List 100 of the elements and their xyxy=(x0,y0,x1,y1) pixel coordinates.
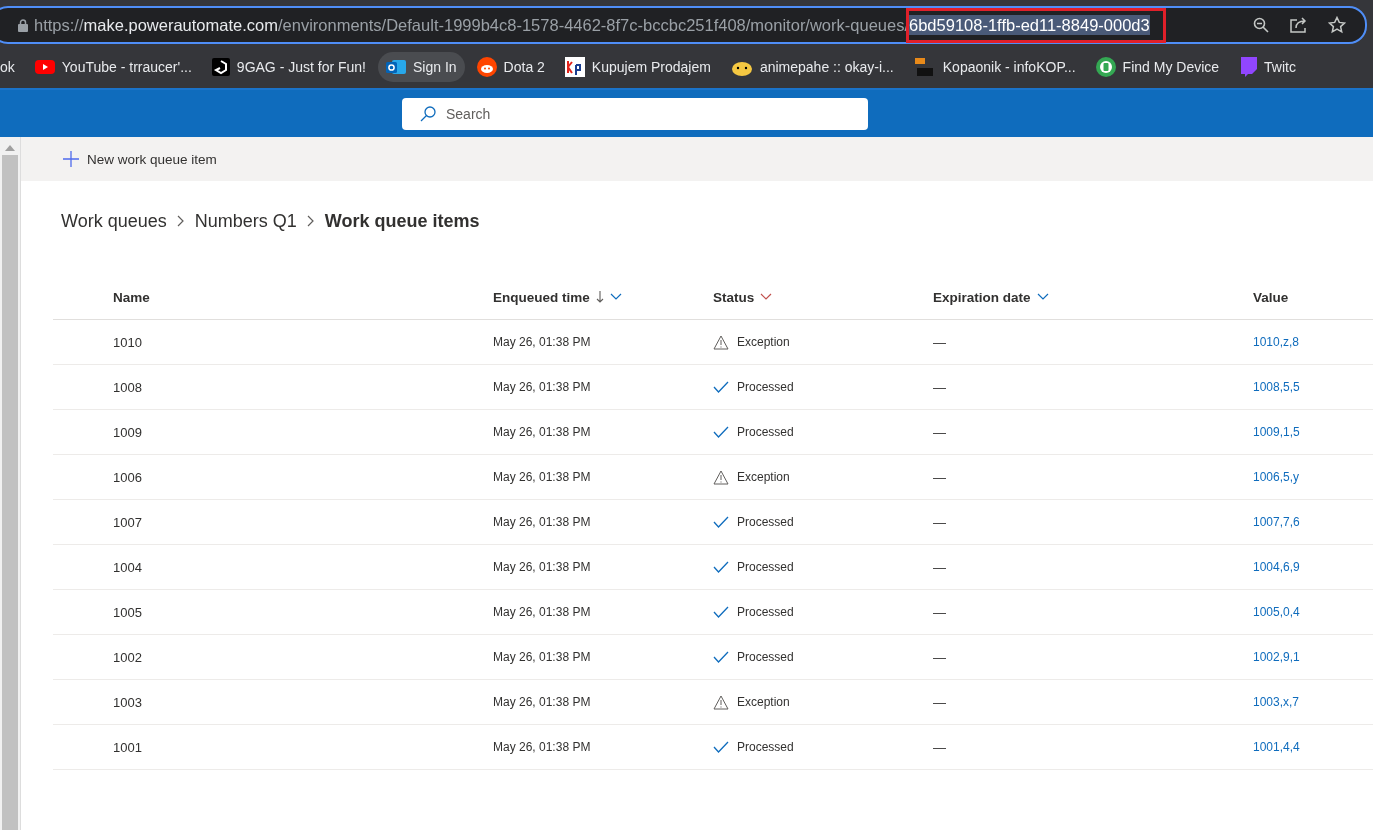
url-text: https://make.powerautomate.com/environments/Default-1999b4c8-1578-4462-8f7c-bccbc251f408/monitor/work-queues/ xyxy=(34,15,909,35)
chevron-down-icon[interactable] xyxy=(760,293,773,301)
value-link[interactable]: 1009,1,5 xyxy=(1253,425,1300,439)
bookmark[interactable]: animepahe :: okay-i... xyxy=(722,52,902,82)
enqueued-time-cell: May 26, 01:38 PM xyxy=(493,470,591,484)
value-link[interactable]: 1007,7,6 xyxy=(1253,515,1300,529)
search-icon xyxy=(420,105,436,122)
checkmark-icon xyxy=(713,426,729,438)
expiration-cell: — xyxy=(933,424,946,440)
chevron-down-icon[interactable] xyxy=(1036,293,1049,301)
expiration-cell: — xyxy=(933,694,946,710)
status-text: Processed xyxy=(737,515,794,529)
expiration-cell: — xyxy=(933,379,946,395)
column-header[interactable]: Name xyxy=(113,289,150,305)
alien-icon xyxy=(476,57,497,77)
status-text: Exception xyxy=(737,470,790,484)
name-cell: 1005 xyxy=(113,604,142,620)
address-bar[interactable]: https://make.powerautomate.com/environments/Default-1999b4c8-1578-4462-8f7c-bccbc251f408/monitor/work-queues/6bd59108-1ffb-ed11-8849-000d3 xyxy=(0,6,1367,44)
status-text: Exception xyxy=(737,695,790,709)
breadcrumb-item: Work queue items xyxy=(324,210,480,232)
name-cell: 1001 xyxy=(113,739,142,755)
new-item-button[interactable]: New work queue item xyxy=(59,147,221,171)
name-cell: 1002 xyxy=(113,649,142,665)
value-link[interactable]: 1004,6,9 xyxy=(1253,560,1300,574)
value-link[interactable]: 1006,5,y xyxy=(1253,470,1300,484)
chevron-down-icon[interactable] xyxy=(609,293,622,301)
enqueued-time-cell: May 26, 01:38 PM xyxy=(493,380,591,394)
value-link[interactable]: 1010,z,8 xyxy=(1253,335,1300,349)
bookmark[interactable]: Kupujem Prodajem xyxy=(556,51,719,83)
checkmark-icon xyxy=(713,561,729,573)
breadcrumb-item[interactable]: Numbers Q1 xyxy=(194,210,297,232)
search-field[interactable]: Search xyxy=(402,97,868,130)
warning-icon xyxy=(713,469,729,485)
chevron-right-icon xyxy=(306,215,315,227)
enqueued-time-cell: May 26, 01:38 PM xyxy=(493,560,591,574)
status-text: Processed xyxy=(737,650,794,664)
play-icon xyxy=(34,60,55,74)
bookmark[interactable]: Twitc xyxy=(1231,51,1304,83)
expiration-cell: — xyxy=(933,334,946,350)
column-header[interactable]: Enqueued time xyxy=(493,289,590,305)
value-link[interactable]: 1001,4,4 xyxy=(1253,740,1300,754)
expiration-cell: — xyxy=(933,649,946,665)
warning-icon xyxy=(713,334,729,350)
name-cell: 1010 xyxy=(113,334,142,350)
chevron-right-icon xyxy=(176,215,185,227)
checkmark-icon xyxy=(713,381,729,393)
bookmark[interactable]: ok xyxy=(0,53,23,81)
enqueued-time-cell: May 26, 01:38 PM xyxy=(493,605,591,619)
name-cell: 1006 xyxy=(113,469,142,485)
lock-icon xyxy=(18,18,28,32)
enqueued-time-cell: May 26, 01:38 PM xyxy=(493,650,591,664)
breadcrumb-item[interactable]: Work queues xyxy=(61,210,167,232)
status-text: Processed xyxy=(737,560,794,574)
expiration-cell: — xyxy=(933,739,946,755)
column-header[interactable]: Expiration date xyxy=(933,289,1031,305)
status-text: Processed xyxy=(737,740,794,754)
enqueued-time-cell: May 26, 01:38 PM xyxy=(493,335,591,349)
bookmark[interactable]: Dota 2 xyxy=(468,51,553,83)
checkmark-icon xyxy=(713,606,729,618)
scrollbar[interactable] xyxy=(0,137,21,830)
bookmark[interactable]: Sign In xyxy=(378,52,465,82)
enqueued-time-cell: May 26, 01:38 PM xyxy=(493,425,591,439)
selected-url-text: 6bd59108-1ffb-ed11-8849-000d3 xyxy=(909,14,1150,35)
checkmark-icon xyxy=(713,741,729,753)
name-cell: 1004 xyxy=(113,559,142,575)
column-header[interactable]: Status xyxy=(713,289,755,305)
enqueued-time-cell: May 26, 01:38 PM xyxy=(493,740,591,754)
plus-icon xyxy=(63,151,79,167)
value-link[interactable]: 1005,0,4 xyxy=(1253,605,1300,619)
enqueued-time-cell: May 26, 01:38 PM xyxy=(493,515,591,529)
bookmark[interactable]: Kopaonik - infoKOP... xyxy=(905,50,1084,84)
checkmark-icon xyxy=(713,651,729,663)
name-cell: 1009 xyxy=(113,424,142,440)
expiration-cell: — xyxy=(933,469,946,485)
status-text: Processed xyxy=(737,605,794,619)
kp-logo-icon xyxy=(564,57,585,77)
column-header[interactable]: Value xyxy=(1253,289,1289,305)
warning-icon xyxy=(713,694,729,710)
mail-icon xyxy=(386,58,406,76)
bookmark[interactable]: 9GAG - Just for Fun! xyxy=(203,52,374,82)
status-text: Exception xyxy=(737,335,790,349)
status-text: Processed xyxy=(737,380,794,394)
value-link[interactable]: 1003,x,7 xyxy=(1253,695,1300,709)
value-link[interactable]: 1002,9,1 xyxy=(1253,650,1300,664)
name-cell: 1008 xyxy=(113,379,142,395)
zoom-out-icon[interactable] xyxy=(1253,17,1269,33)
checkmark-icon xyxy=(713,516,729,528)
name-cell: 1007 xyxy=(113,514,142,530)
expiration-cell: — xyxy=(933,514,946,530)
value-link[interactable]: 1008,5,5 xyxy=(1253,380,1300,394)
expiration-cell: — xyxy=(933,604,946,620)
status-text: Processed xyxy=(737,425,794,439)
scrollbar-thumb[interactable] xyxy=(2,155,18,830)
expiration-cell: — xyxy=(933,559,946,575)
bookmark[interactable]: YouTube - trraucer'... xyxy=(26,53,200,81)
star-icon[interactable] xyxy=(1328,16,1346,34)
bookmark[interactable]: Find My Device xyxy=(1087,51,1228,83)
chat-bubble-icon xyxy=(1239,57,1258,77)
share-icon[interactable] xyxy=(1290,17,1308,33)
enqueued-time-cell: May 26, 01:38 PM xyxy=(493,695,591,709)
